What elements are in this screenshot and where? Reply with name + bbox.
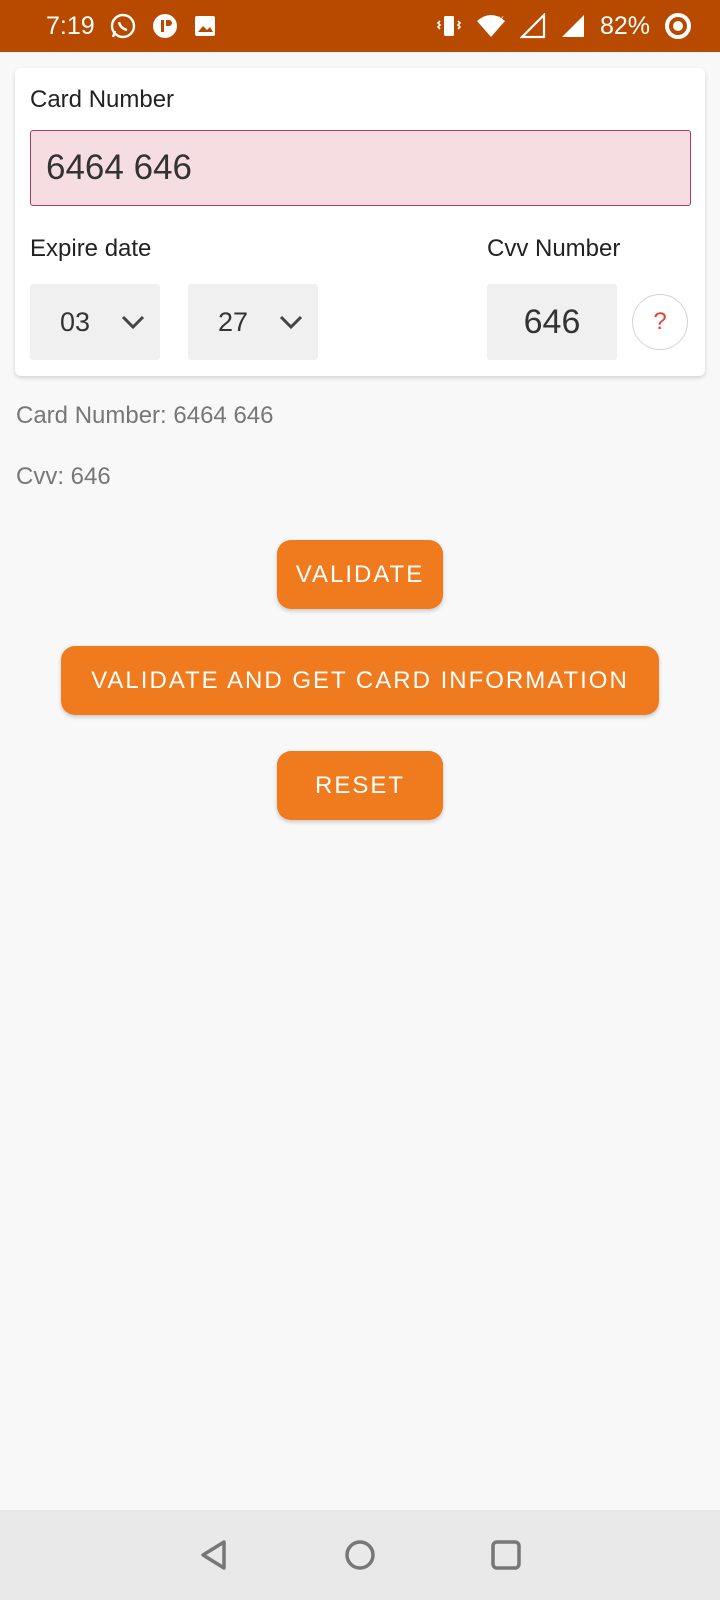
cvv-help-button[interactable]: ? xyxy=(632,294,688,350)
whatsapp-icon xyxy=(109,12,137,40)
vibrate-icon xyxy=(436,13,462,39)
app-icon xyxy=(151,12,179,40)
recents-icon[interactable] xyxy=(483,1532,529,1578)
expire-month-value: 03 xyxy=(60,306,91,337)
status-bar-right: x 82% xyxy=(436,12,692,41)
navigation-bar xyxy=(0,1510,720,1600)
expire-month-select[interactable]: 03 xyxy=(30,284,160,360)
home-icon[interactable] xyxy=(337,1532,383,1578)
cvv-input[interactable]: 646 xyxy=(487,284,617,360)
battery-icon xyxy=(664,12,692,40)
status-bar: 7:19 x 82% xyxy=(0,0,720,52)
back-icon[interactable] xyxy=(191,1532,237,1578)
expire-year-select[interactable]: 27 xyxy=(188,284,318,360)
card-number-input[interactable]: 6464 646 xyxy=(30,130,691,206)
cvv-info: Cvv: 646 xyxy=(16,463,111,490)
expire-year-value: 27 xyxy=(218,306,249,337)
card-number-label: Card Number xyxy=(30,86,175,113)
gallery-icon xyxy=(193,14,217,38)
chevron-down-icon xyxy=(120,307,146,338)
cvv-value: 646 xyxy=(523,302,581,341)
battery-percent: 82% xyxy=(599,11,650,40)
wifi-icon: x xyxy=(476,13,506,39)
signal-icon xyxy=(560,13,586,39)
reset-button[interactable]: RESET xyxy=(277,751,443,820)
card-number-info: Card Number: 6464 646 xyxy=(16,402,274,429)
validate-button[interactable]: VALIDATE xyxy=(277,540,443,609)
validate-and-get-info-button[interactable]: VALIDATE AND GET CARD INFORMATION xyxy=(61,646,659,715)
chevron-down-icon xyxy=(278,307,304,338)
status-time: 7:19 xyxy=(46,11,95,40)
expire-date-label: Expire date xyxy=(30,235,152,262)
cvv-label: Cvv Number xyxy=(487,235,621,262)
card-form: Card Number 6464 646 Expire date Cvv Num… xyxy=(15,68,705,376)
question-icon: ? xyxy=(653,308,667,335)
signal-icon xyxy=(519,13,546,39)
status-bar-left: 7:19 xyxy=(46,12,217,41)
svg-text:x: x xyxy=(498,14,504,25)
card-number-value: 6464 646 xyxy=(46,148,192,187)
